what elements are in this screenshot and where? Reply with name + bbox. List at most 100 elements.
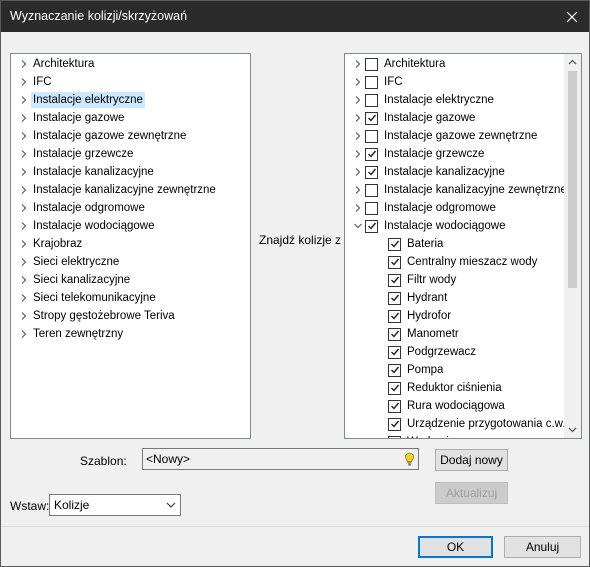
expand-toggle[interactable]	[17, 109, 31, 127]
tree-item[interactable]: Sieci telekomunikacyjne	[17, 289, 158, 307]
tree-item[interactable]: Instalacje wodociągowe	[351, 217, 507, 235]
tree-item[interactable]: Instalacje kanalizacyjne zewnętrzne	[17, 181, 218, 199]
tree-child-item[interactable]: Podgrzewacz	[388, 343, 478, 361]
tree-item[interactable]: IFC	[17, 73, 54, 91]
tree-item[interactable]: Instalacje gazowe zewnętrzne	[351, 127, 539, 145]
tree-child-item[interactable]: Bateria	[388, 235, 445, 253]
template-field[interactable]: <Nowy>	[142, 448, 419, 470]
expand-toggle[interactable]	[17, 271, 31, 289]
tree-item[interactable]: Instalacje gazowe	[351, 109, 477, 127]
scroll-up-button[interactable]	[564, 54, 581, 71]
checkbox[interactable]	[388, 327, 401, 341]
checkbox[interactable]	[388, 381, 401, 395]
expand-toggle[interactable]	[17, 289, 31, 307]
checkbox[interactable]	[388, 399, 401, 413]
tree-item[interactable]: Architektura	[17, 55, 96, 73]
checkbox[interactable]	[365, 201, 378, 215]
expand-toggle[interactable]	[17, 127, 31, 145]
tree-child-item[interactable]: Hydrant	[388, 289, 449, 307]
expand-toggle[interactable]	[351, 163, 365, 181]
tree-child-item[interactable]: Hydrofor	[388, 307, 453, 325]
insert-select[interactable]: Kolizje	[49, 494, 181, 516]
expand-toggle[interactable]	[351, 55, 365, 73]
expand-toggle[interactable]	[351, 127, 365, 145]
tree-item[interactable]: Instalacje kanalizacyjne	[17, 163, 156, 181]
expand-toggle[interactable]	[17, 55, 31, 73]
checkbox[interactable]	[365, 111, 378, 125]
expand-toggle[interactable]	[17, 91, 31, 109]
expand-toggle[interactable]	[17, 73, 31, 91]
checkbox[interactable]	[365, 129, 378, 143]
expand-toggle[interactable]	[17, 325, 31, 343]
expand-toggle[interactable]	[17, 253, 31, 271]
checkbox[interactable]	[388, 309, 401, 323]
checkbox[interactable]	[365, 57, 378, 71]
checkbox[interactable]	[365, 75, 378, 89]
tree-child-item[interactable]: Rura wodociągowa	[388, 397, 507, 415]
checkbox[interactable]	[388, 291, 401, 305]
checkbox[interactable]	[388, 435, 401, 438]
ok-button[interactable]: OK	[418, 536, 493, 558]
tree-item[interactable]: Instalacje wodociągowe	[17, 217, 156, 235]
tree-child-item[interactable]: Pompa	[388, 361, 445, 379]
expand-toggle[interactable]	[351, 181, 365, 199]
cancel-button[interactable]: Anuluj	[504, 536, 581, 558]
target-category-tree[interactable]: Architektura IFC Instalacje elektryczne Ins…	[344, 53, 582, 439]
tree-item[interactable]: IFC	[351, 73, 405, 91]
expand-toggle[interactable]	[17, 217, 31, 235]
expand-toggle[interactable]	[17, 199, 31, 217]
checkbox[interactable]	[365, 165, 378, 179]
tree-item[interactable]: Instalacje gazowe	[17, 109, 126, 127]
tree-child-item[interactable]: Wodomierz	[388, 433, 467, 438]
tree-child-item[interactable]: Reduktor ciśnienia	[388, 379, 504, 397]
expand-toggle[interactable]	[17, 163, 31, 181]
tree-child-item[interactable]: Centralny mieszacz wody	[388, 253, 539, 271]
expand-toggle[interactable]	[17, 307, 31, 325]
tree-item[interactable]: Instalacje grzewcze	[17, 145, 135, 163]
expand-toggle[interactable]	[351, 145, 365, 163]
tree-child-item[interactable]: Urządzenie przygotowania c.w.u.	[388, 415, 577, 433]
checkbox[interactable]	[365, 219, 378, 233]
tree-child-item[interactable]: Filtr wody	[388, 271, 458, 289]
tree-item[interactable]: Instalacje gazowe zewnętrzne	[17, 127, 188, 145]
expand-toggle[interactable]	[17, 181, 31, 199]
tree-item[interactable]: Instalacje elektryczne	[17, 91, 145, 109]
tree-item[interactable]: Instalacje kanalizacyjne	[351, 163, 507, 181]
expand-toggle[interactable]	[351, 199, 365, 217]
expand-toggle[interactable]	[351, 217, 365, 235]
expand-toggle[interactable]	[17, 145, 31, 163]
checkbox[interactable]	[365, 93, 378, 107]
scroll-down-button[interactable]	[564, 421, 581, 438]
tree-item[interactable]: Instalacje odgromowe	[351, 199, 498, 217]
checkbox[interactable]	[388, 363, 401, 377]
tree-item[interactable]: Instalacje odgromowe	[17, 199, 147, 217]
tree-item[interactable]: Sieci kanalizacyjne	[17, 271, 132, 289]
source-category-tree[interactable]: Architektura IFC Instalacje elektryczne Ins…	[10, 53, 251, 439]
checkbox[interactable]	[388, 273, 401, 287]
tree-child-item[interactable]: Manometr	[388, 325, 461, 343]
checkbox[interactable]	[388, 345, 401, 359]
expand-toggle[interactable]	[351, 109, 365, 127]
close-button[interactable]	[555, 1, 589, 32]
expand-toggle[interactable]	[351, 91, 365, 109]
expand-toggle[interactable]	[351, 73, 365, 91]
tree-item[interactable]: Teren zewnętrzny	[17, 325, 125, 343]
tree-item[interactable]: Instalacje grzewcze	[351, 145, 486, 163]
tree-item[interactable]: Instalacje kanalizacyjne zewnętrzne	[351, 181, 569, 199]
checkbox[interactable]	[388, 237, 401, 251]
checkbox[interactable]	[388, 417, 401, 431]
tree-item[interactable]: Sieci elektryczne	[17, 253, 121, 271]
checkbox[interactable]	[388, 255, 401, 269]
tree-item[interactable]: Instalacje elektryczne	[351, 91, 496, 109]
tree-item[interactable]: Architektura	[351, 55, 447, 73]
tree-item[interactable]: Krajobraz	[17, 235, 84, 253]
expand-toggle[interactable]	[17, 235, 31, 253]
checkbox[interactable]	[365, 183, 378, 197]
scrollbar-thumb[interactable]	[568, 71, 577, 288]
vertical-scrollbar[interactable]	[564, 54, 581, 438]
add-new-button[interactable]: Dodaj nowy	[435, 449, 508, 471]
tree-item[interactable]: Stropy gęstożebrowe Teriva	[17, 307, 177, 325]
update-button[interactable]: Aktualizuj	[435, 482, 508, 504]
checkbox[interactable]	[365, 147, 378, 161]
template-hint-button[interactable]	[402, 451, 416, 467]
